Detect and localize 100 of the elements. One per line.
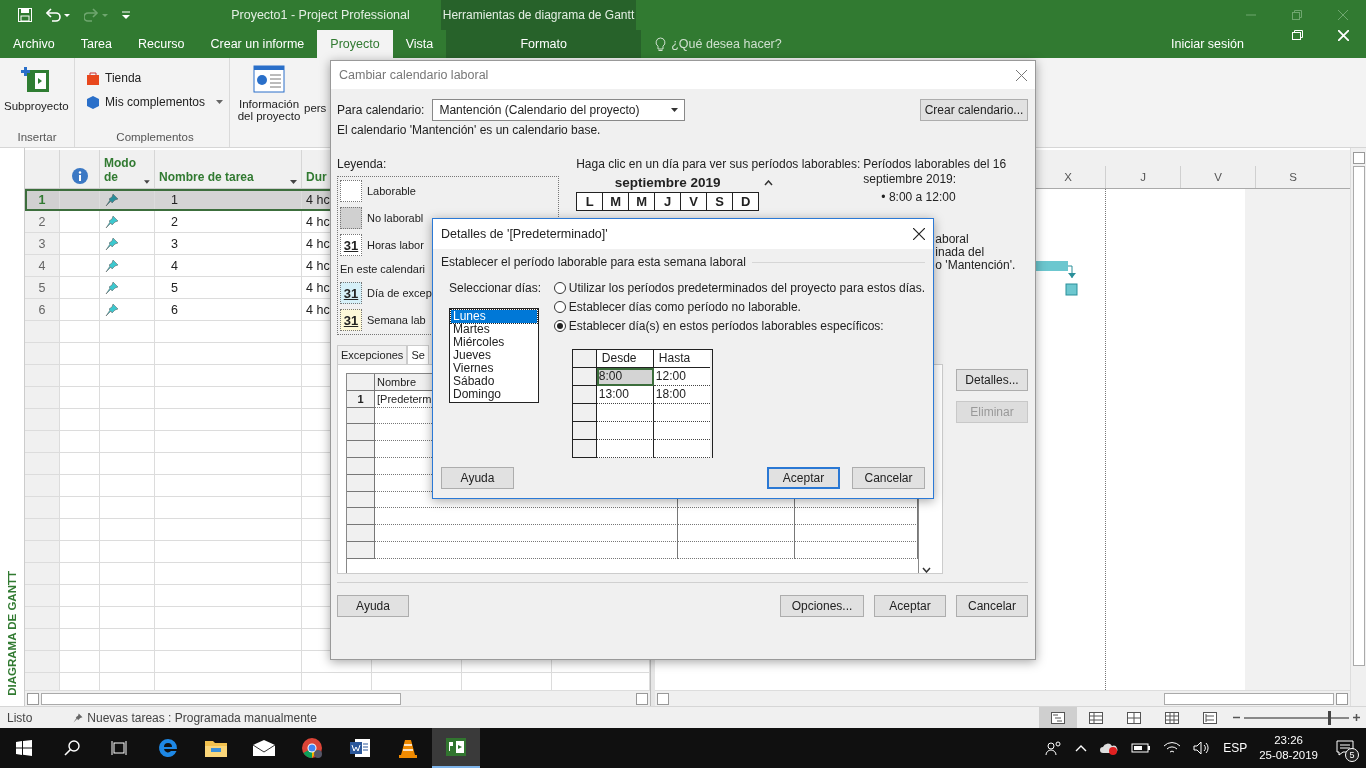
language-indicator[interactable]: ESP xyxy=(1223,741,1248,755)
time-cell[interactable]: 8:00 xyxy=(596,368,654,386)
empty-row[interactable] xyxy=(572,440,712,458)
dialog-title: Cambiar calendario laboral xyxy=(339,68,489,82)
day-option[interactable]: Martes xyxy=(451,323,537,336)
dropdown-icon[interactable] xyxy=(144,180,150,184)
cloud-icon[interactable] xyxy=(1099,741,1120,755)
dialog-button[interactable]: Aceptar xyxy=(874,595,946,617)
wifi-icon[interactable] xyxy=(1163,741,1182,755)
tell-me-field[interactable]: ¿Qué desea hacer? xyxy=(655,30,782,58)
day-option[interactable]: Sábado xyxy=(451,375,537,388)
windows-logo-icon[interactable] xyxy=(16,740,32,756)
empty-row[interactable] xyxy=(572,422,712,440)
dialog-button[interactable]: Cancelar xyxy=(852,467,925,489)
ribbon-tab[interactable]: Vista xyxy=(392,30,447,58)
column-header[interactable]: Modo de xyxy=(104,156,145,184)
ribbon-button[interactable]: pers xyxy=(304,102,327,114)
gantt-view-icon[interactable] xyxy=(1051,711,1065,724)
legend-label: Día de excep xyxy=(367,287,432,299)
project-app-icon[interactable] xyxy=(445,736,467,758)
day-option[interactable]: Domingo xyxy=(451,388,537,401)
pin-icon xyxy=(104,235,120,252)
empty-row[interactable] xyxy=(572,404,712,422)
dialog-button[interactable]: Aceptar xyxy=(767,467,840,489)
radio-option[interactable]: Establecer día(s) en estos períodos laborables específicos: xyxy=(553,319,925,333)
browser-icon[interactable] xyxy=(157,737,179,759)
weekday-header: S xyxy=(707,193,734,210)
row-number: 4 xyxy=(38,258,46,273)
days-list[interactable]: Lunes Martes Miércoles Jueves Viernes Sábado Domingo xyxy=(449,308,539,403)
dialog-button[interactable]: Detalles... xyxy=(956,369,1028,391)
create-calendar-button[interactable]: Crear calendario... xyxy=(920,99,1028,121)
row-header[interactable] xyxy=(572,386,597,404)
folder-icon[interactable] xyxy=(204,738,228,758)
dialog-button[interactable]: Opciones... xyxy=(780,595,864,617)
dropdown-icon[interactable] xyxy=(290,180,297,184)
team-view-icon[interactable] xyxy=(1127,711,1141,724)
calendar-info: El calendario 'Mantención' es un calendario base. xyxy=(337,123,602,137)
column-header: Hasta xyxy=(658,351,691,365)
task-name: 1 xyxy=(171,192,178,207)
task-view-icon[interactable] xyxy=(111,740,129,756)
customize-icon[interactable] xyxy=(122,11,130,19)
weekday-header: M xyxy=(603,193,630,210)
cone-icon[interactable] xyxy=(397,737,419,759)
calendar-dropdown[interactable]: Mantención (Calendario del proyecto) xyxy=(432,99,686,121)
help-button[interactable]: Ayuda xyxy=(441,467,514,489)
dialog-tab[interactable]: Se xyxy=(407,345,429,364)
time-cell[interactable]: 12:00 xyxy=(653,368,710,386)
dialog-tab[interactable]: Excepciones xyxy=(337,345,408,364)
ribbon-tab[interactable]: Recurso xyxy=(124,30,198,58)
message-icon[interactable] xyxy=(1336,740,1354,756)
undo-icon[interactable] xyxy=(46,8,70,22)
addin-icon xyxy=(85,94,101,110)
chrome-icon[interactable] xyxy=(301,737,323,759)
ribbon-tab[interactable]: Tarea xyxy=(67,30,125,58)
vertical-scrollbar[interactable] xyxy=(1350,148,1366,706)
day-option[interactable]: Lunes xyxy=(451,310,537,323)
document-app-icon[interactable] xyxy=(349,737,371,759)
horizontal-scrollbar[interactable] xyxy=(25,690,650,706)
ribbon-button[interactable]: Información del proyecto xyxy=(236,60,302,131)
mail-icon[interactable] xyxy=(252,739,276,757)
ribbon-button[interactable]: Subproyecto xyxy=(4,60,69,131)
time-cell[interactable]: 13:00 xyxy=(596,386,654,404)
ribbon-tab[interactable]: Formato xyxy=(446,30,642,58)
clock[interactable]: 23:26 25-08-2019 xyxy=(1259,733,1318,763)
search-icon[interactable] xyxy=(64,740,80,756)
task-duration: 4 hc xyxy=(306,214,330,229)
column-header[interactable]: Dur xyxy=(306,170,327,184)
scroll-down-icon[interactable] xyxy=(922,567,931,573)
ribbon-tab[interactable]: Archivo xyxy=(0,30,68,58)
ribbon-tab[interactable]: Crear un informe xyxy=(197,30,318,58)
dialog-button[interactable]: Cancelar xyxy=(956,595,1028,617)
day-option[interactable]: Miércoles xyxy=(451,336,537,349)
row-header[interactable] xyxy=(572,368,597,386)
new-tasks-mode[interactable]: Nuevas tareas : Programada manualmente xyxy=(87,710,317,725)
save-icon[interactable] xyxy=(18,8,32,22)
column-header[interactable]: Nombre de tarea xyxy=(159,170,254,184)
time-cell[interactable]: 18:00 xyxy=(653,386,710,404)
volume-icon[interactable] xyxy=(1193,741,1212,755)
zoom-in-icon[interactable] xyxy=(1353,714,1360,721)
close-icon[interactable] xyxy=(913,228,925,240)
day-option[interactable]: Jueves xyxy=(451,349,537,362)
horizontal-scrollbar[interactable] xyxy=(655,690,1350,706)
ribbon-tab[interactable]: Proyecto xyxy=(317,30,393,58)
zoom-out-icon[interactable] xyxy=(1233,714,1240,721)
day-label: X xyxy=(1064,171,1072,183)
task-duration: 4 hc xyxy=(306,302,330,317)
help-button[interactable]: Ayuda xyxy=(337,595,409,617)
sign-in-link[interactable]: Iniciar sesión xyxy=(1171,30,1244,58)
grid-view-icon[interactable] xyxy=(1165,711,1179,724)
ribbon-display-icon[interactable] xyxy=(1291,30,1303,40)
timeline-view-icon[interactable] xyxy=(1203,711,1217,724)
people-icon[interactable] xyxy=(1045,740,1064,756)
scroll-up-icon[interactable] xyxy=(764,179,774,186)
weekday-header: D xyxy=(739,193,752,210)
ribbon-button[interactable]: Tienda xyxy=(85,70,224,86)
day-option[interactable]: Viernes xyxy=(451,362,537,375)
sheet-view-icon[interactable] xyxy=(1089,711,1103,724)
chevron-up-icon[interactable] xyxy=(1075,744,1088,752)
ribbon-dropdown[interactable]: Mis complementos xyxy=(85,94,224,110)
battery-icon[interactable] xyxy=(1131,742,1152,754)
